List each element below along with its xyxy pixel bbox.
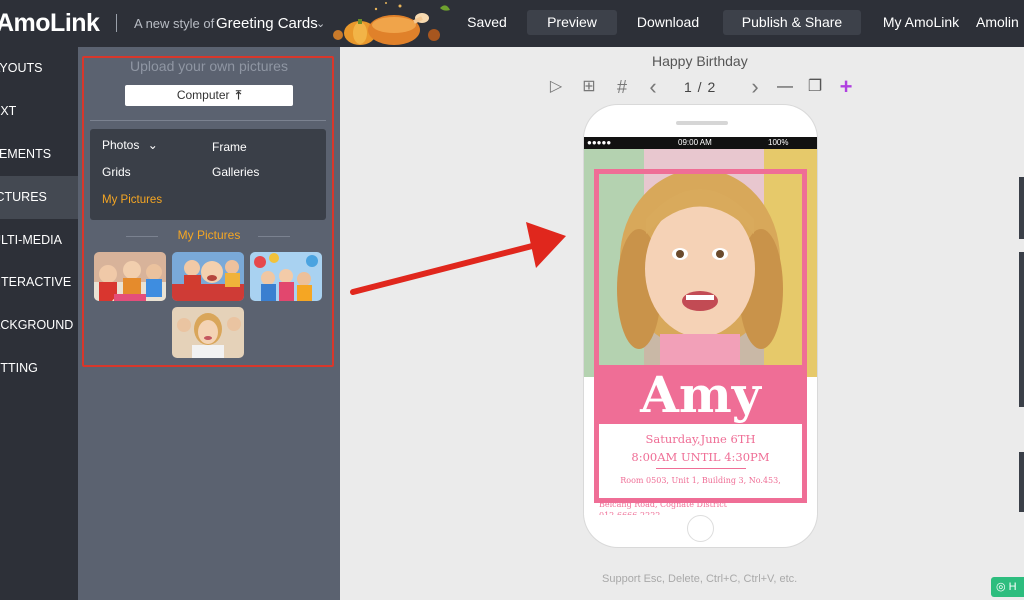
rail-item-pictures[interactable]: ICTURES [0, 176, 78, 219]
logo-divider [116, 14, 117, 32]
delete-page-icon[interactable]: — [775, 77, 795, 97]
rail-item-elements[interactable]: LEMENTS [0, 133, 78, 176]
publish-share-button[interactable]: Publish & Share [723, 10, 861, 35]
rail-item-text[interactable]: EXT [0, 90, 78, 133]
computer-button-label: Computer [176, 88, 230, 102]
rail-item-layouts[interactable]: AYOUTS [0, 47, 78, 90]
upload-heading: Upload your own pictures [130, 58, 288, 74]
picture-category-box: Photos ⌄ Frame Grids Galleries My Pictur… [90, 129, 326, 220]
chevron-down-icon[interactable]: ⌄ [316, 17, 325, 30]
category-photos-label: Photos [102, 138, 140, 152]
side-tab[interactable] [1019, 252, 1024, 407]
invitation-card[interactable]: Amy Saturday,June 6TH 8:00AM UNTIL 4:30P… [594, 169, 807, 515]
page-indicator: 1 / 2 [684, 79, 717, 95]
heading-rule-right [258, 236, 290, 237]
side-tab[interactable] [1019, 177, 1024, 239]
help-label: H [1008, 581, 1017, 593]
chat-icon: ◎ [996, 581, 1006, 593]
rail-item-setting[interactable]: ETTING [0, 347, 78, 390]
top-bar: AmoLink A new style of Greeting Cards ⌄ … [0, 0, 1024, 47]
tagline-prefix: A new style of [134, 16, 215, 31]
phone-screen[interactable]: ●●●●● 09:00 AM 100% Amy Saturday,June 6T… [584, 137, 817, 515]
rail-item-interactive[interactable]: NTERACTIVE [0, 261, 78, 304]
shortcut-hint: Support Esc, Delete, Ctrl+C, Ctrl+V, etc… [602, 573, 798, 585]
upload-from-computer-button[interactable]: Computer ⤒ [125, 85, 293, 106]
add-page-icon[interactable]: + [836, 76, 856, 98]
play-icon[interactable]: ▷ [546, 77, 566, 97]
phone-speaker [676, 121, 728, 125]
photo-thumbnail[interactable] [94, 252, 166, 301]
chevron-right-icon[interactable]: › [745, 76, 765, 98]
document-title[interactable]: Happy Birthday [652, 53, 748, 69]
grid-icon[interactable]: # [612, 77, 632, 97]
product-selector[interactable]: Greeting Cards [216, 15, 318, 32]
card-divider [656, 468, 746, 469]
rail-item-multi-media[interactable]: ULTI-MEDIA [0, 219, 78, 262]
page-thumbnails-icon[interactable]: ⊞ [579, 77, 599, 97]
pictures-panel: Upload your own pictures Computer ⤒ Phot… [78, 47, 340, 600]
photo-thumbnail[interactable] [172, 307, 244, 358]
card-details[interactable]: Saturday,June 6TH 8:00AM UNTIL 4:30PM Ro… [599, 424, 802, 498]
app-logo[interactable]: AmoLink [0, 9, 100, 38]
side-tab[interactable] [1019, 452, 1024, 512]
upload-icon: ⤒ [235, 88, 242, 102]
chevron-left-icon[interactable]: ‹ [643, 76, 663, 98]
divider [90, 120, 326, 121]
card-address-line1: Room 0503, Unit 1, Building 3, No.453, [620, 476, 781, 485]
help-chat-button[interactable]: ◎ H [991, 577, 1024, 597]
saved-status[interactable]: Saved [462, 10, 512, 35]
status-bar: ●●●●● 09:00 AM 100% [584, 137, 817, 149]
preview-button[interactable]: Preview [527, 10, 617, 35]
duplicate-page-icon[interactable]: ❐ [805, 77, 825, 97]
category-grids[interactable]: Grids [102, 165, 131, 179]
chevron-down-icon: ⌄ [147, 138, 158, 152]
phone-preview: ●●●●● 09:00 AM 100% Amy Saturday,June 6T… [584, 105, 817, 547]
rail-item-background[interactable]: ACKGROUND [0, 304, 78, 347]
card-address-line2: Beicang Road, Cognate District [599, 500, 727, 509]
photo-thumbnail[interactable] [172, 252, 244, 301]
card-time: 8:00AM UNTIL 4:30PM [631, 450, 770, 464]
card-date: Saturday,June 6TH [645, 432, 756, 446]
thanksgiving-banner-art [333, 2, 450, 45]
amolink-menu-link[interactable]: Amolin [976, 10, 1024, 35]
battery-level: 100% [768, 138, 789, 147]
my-amolink-link[interactable]: My AmoLink [876, 10, 966, 35]
phone-home-button [687, 515, 714, 542]
card-name[interactable]: Amy [599, 365, 802, 424]
photo-thumbnail[interactable] [250, 252, 322, 301]
status-time: 09:00 AM [678, 138, 712, 147]
category-photos[interactable]: Photos ⌄ [102, 138, 158, 152]
editor-canvas: Happy Birthday ▷ ⊞ # ‹ 1 / 2 › — ❐ + ●●●… [340, 47, 1024, 600]
download-button[interactable]: Download [630, 10, 706, 35]
left-nav-rail: AYOUTS EXT LEMENTS ICTURES ULTI-MEDIA NT… [0, 47, 78, 600]
category-galleries[interactable]: Galleries [212, 165, 259, 179]
signal-icon: ●●●●● [587, 138, 612, 147]
category-my-pictures[interactable]: My Pictures [102, 194, 162, 206]
category-frame[interactable]: Frame [212, 140, 247, 154]
my-pictures-heading: My Pictures [177, 228, 241, 242]
